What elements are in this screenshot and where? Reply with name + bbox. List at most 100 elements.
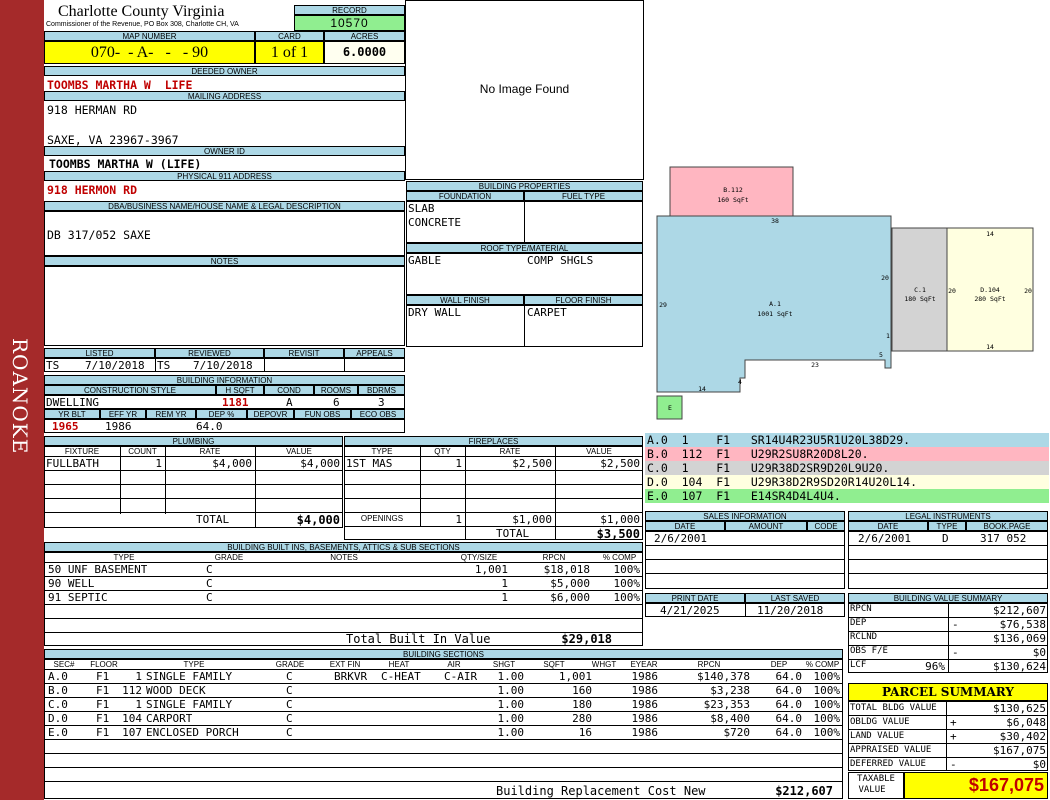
builtins-col-notes: NOTES [330,553,358,562]
summary-op: - [952,618,959,631]
plumbing-rate: $4,000 [212,457,252,470]
section-grade: C [286,698,293,711]
summary-label: RPCN [850,604,872,614]
parcel-summary-header: PARCEL SUMMARY [848,683,1048,701]
section-floor: F1 [96,670,110,683]
sketch-label-c: C.1 [914,286,926,294]
sections-col: SHGT [492,660,516,669]
section-type: SINGLE FAMILY [146,698,233,711]
section-rpcn: $140,378 [697,670,750,683]
building-sketch: B.112 160 SqFt A.1 1001 SqFt C.1 180 SqF… [656,166,1034,420]
sections-col: AIR [447,660,461,669]
legal-description: DB 317/052 SAXE [47,228,151,242]
sketch-dim: 14 [986,230,994,238]
foundation-2: CONCRETE [408,216,461,229]
building-info-row-2 [44,419,405,433]
sketch-sqft-c: 180 SqFt [904,295,935,303]
section-type: CARPORT [146,712,193,725]
fireplaces-col-qty: QTY [434,447,451,456]
sections-col-headers: SEC# FLOOR TYPE GRADE EXT FIN HEAT AIR S… [44,660,843,669]
sketch-sqft-a: 1001 SqFt [757,310,792,318]
ecoobs-header: ECO OBS [351,409,405,419]
section-type: SINGLE FAMILY [146,670,233,683]
parcel-op: - [950,758,957,771]
section-rpcn: $8,400 [710,712,750,725]
sketch-dim: 20 [1024,287,1032,295]
rooms-value: 6 [333,396,340,409]
cond-header: COND [264,385,314,395]
builtin-comp: 100% [613,563,641,576]
summary-label: LCF [850,660,867,670]
section-dep: 64.0 [775,684,803,697]
sections-col: SEC# [53,660,75,669]
parcel-label: TOTAL BLDG VALUE [850,703,937,713]
summary-value: $212,607 [993,604,1046,617]
sketch-sqft-b: 160 SqFt [717,196,748,204]
plumbing-count: 1 [155,457,162,470]
funobs-header: FUN OBS [294,409,351,419]
section-grade: C [286,712,293,725]
sketch-sqft-d: 280 SqFt [974,295,1005,303]
segment-row: C.0 1 F1 U29R38D2SR9D20L9U20. [645,461,1049,475]
parcel-value: $167,075 [993,744,1046,757]
section-eyear: 1986 [631,698,659,711]
legal-col-date: DATE [848,521,928,531]
fireplace-type: 1ST MAS [346,457,393,470]
section-floor: F1 [96,726,110,739]
section-comp: 100% [813,670,841,683]
physical-address: 918 HERMON RD [47,183,138,197]
notes-box [44,266,405,346]
builtins-col-type: TYPE [113,553,135,562]
section-dep: 64.0 [775,698,803,711]
builtins-col-headers: TYPE GRADE NOTES QTY/SIZE RPCN % COMP [44,553,643,562]
card-number: 1 of 1 [255,41,324,64]
yrblt-header: YR BLT [44,409,100,419]
county-name: Charlotte County Virginia [58,3,225,20]
section-eyear: 1986 [631,712,659,725]
sketch-dim: 29 [659,301,667,309]
sections-col: WHGT [591,660,617,669]
section-code: 107 [122,726,142,739]
section-eyear: 1986 [631,670,659,683]
sales-date: 2/6/2001 [654,532,707,545]
summary-label: RCLND [850,632,878,642]
sections-col: TYPE [183,660,205,669]
section-sqft: 180 [572,698,592,711]
roof-type: GABLE [408,254,442,267]
plumbing-total-label: TOTAL [196,513,230,526]
builtin-type: 50 UNF BASEMENT [48,563,148,576]
dep-value: 64.0 [196,420,223,433]
parcel-label: APPRAISED VALUE [850,745,932,755]
sketch-label-a: A.1 [769,300,781,308]
sales-col-code: CODE [807,521,845,531]
plumbing-fixture: FULLBATH [46,457,99,470]
sections-col: FLOOR [90,660,118,669]
floor-finish-header: FLOOR FINISH [524,295,643,305]
reviewed-by: TS [157,359,171,372]
openings-rate: $1,000 [512,513,552,526]
section-code: 1 [135,698,142,711]
section-rpcn: $720 [723,726,751,739]
builtins-col-rpcn: RPCN [542,553,566,562]
dep-header: DEP % [196,409,247,419]
record-header: RECORD [294,5,405,15]
last-saved-header: LAST SAVED [745,593,845,603]
summary-value: $136,069 [993,632,1046,645]
plumbing-col-fixture: FIXTURE [64,447,100,456]
sketch-dim: 5 [879,351,883,359]
value-summary-header: BUILDING VALUE SUMMARY [848,593,1048,603]
parcel-op: + [950,730,957,743]
fuel-type-header: FUEL TYPE [524,191,643,201]
table-row: 90 WELL C 1 $5,000 100% [44,577,643,591]
builtins-total: $29,018 [561,632,612,646]
sections-col: SQFT [543,660,565,669]
sketch-dim: 14 [698,385,706,393]
building-sections-header: BUILDING SECTIONS [44,649,843,659]
parcel-label: LAND VALUE [850,731,905,741]
section-type: WOOD DECK [146,684,206,697]
section-shgt: 1.00 [497,684,525,697]
plumbing-value: $4,000 [300,457,340,470]
owner-id-header: OWNER ID [44,146,405,156]
last-saved: 11/20/2018 [757,604,824,617]
map-number: 070- - A- - - 90 [44,41,255,64]
